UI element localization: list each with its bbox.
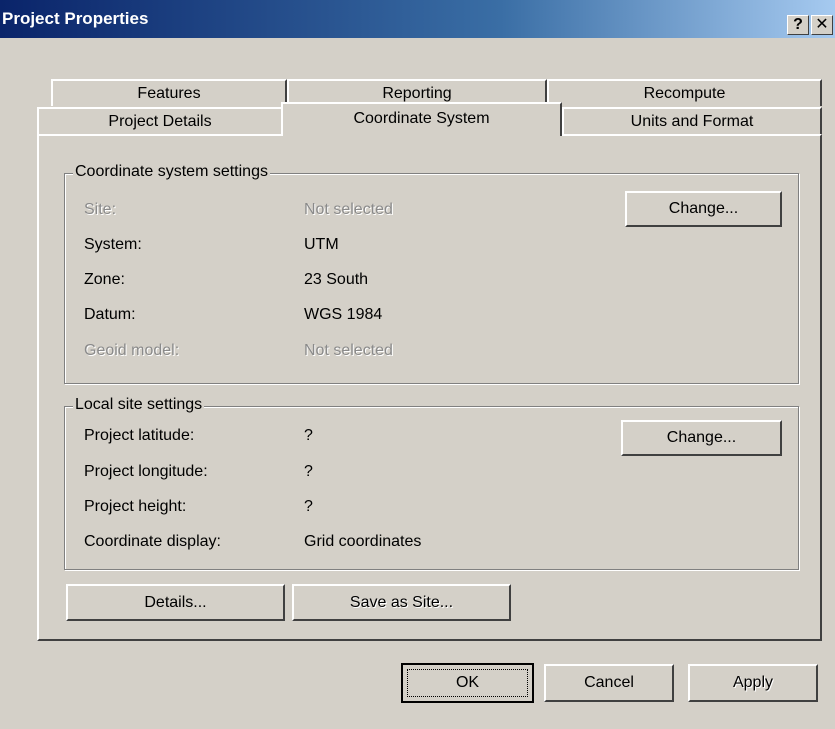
help-button[interactable]: ? — [787, 15, 809, 35]
geoid-model-value: Not selected — [304, 342, 393, 359]
tab-features-label: Features — [137, 85, 201, 102]
title-bar: Project Properties ? ✕ — [0, 0, 835, 38]
coordinate-system-legend: Coordinate system settings — [73, 163, 270, 181]
local-site-change-label: Change... — [666, 429, 737, 446]
tab-project-details[interactable]: Project Details — [37, 107, 283, 134]
geoid-model-label: Geoid model: — [84, 342, 180, 359]
project-height-label: Project height: — [84, 498, 187, 515]
project-latitude-value: ? — [304, 427, 313, 444]
coordinate-display-value: Grid coordinates — [304, 533, 422, 550]
tab-panel: Coordinate system settings Site: Not sel… — [37, 134, 822, 641]
local-site-change-button[interactable]: Change... — [621, 420, 782, 456]
save-as-site-label: Save as Site... — [349, 594, 454, 611]
zone-label: Zone: — [84, 271, 125, 288]
project-longitude-label: Project longitude: — [84, 463, 208, 480]
tab-coordinate-system-label: Coordinate System — [353, 110, 490, 127]
apply-button[interactable]: Apply — [688, 664, 818, 702]
site-label: Site: — [84, 201, 117, 218]
details-label: Details... — [144, 594, 207, 611]
tab-features[interactable]: Features — [51, 79, 287, 106]
ok-button[interactable]: OK — [401, 663, 534, 703]
save-as-site-button[interactable]: Save as Site... — [292, 584, 511, 621]
close-icon: ✕ — [815, 16, 829, 33]
coordinate-system-group: Coordinate system settings Site: Not sel… — [64, 163, 799, 384]
datum-value: WGS 1984 — [304, 306, 383, 323]
project-latitude-label: Project latitude: — [84, 427, 195, 444]
tab-coordinate-system[interactable]: Coordinate System — [281, 102, 562, 136]
coordinate-change-button[interactable]: Change... — [625, 191, 782, 227]
system-value: UTM — [304, 236, 339, 253]
tab-recompute-label: Recompute — [643, 85, 726, 102]
tab-units-and-format[interactable]: Units and Format — [562, 107, 822, 134]
project-height-value: ? — [304, 498, 313, 515]
coordinate-display-label: Coordinate display: — [84, 533, 221, 550]
cancel-button[interactable]: Cancel — [544, 664, 674, 702]
apply-label: Apply — [732, 674, 774, 691]
window-title: Project Properties — [2, 9, 149, 28]
tab-reporting-label: Reporting — [382, 85, 452, 102]
local-site-group: Local site settings Project latitude: ? … — [64, 396, 799, 570]
local-site-legend: Local site settings — [73, 396, 205, 414]
coordinate-change-label: Change... — [668, 200, 739, 217]
tab-project-details-label: Project Details — [108, 113, 212, 130]
tab-recompute[interactable]: Recompute — [547, 79, 822, 106]
project-longitude-value: ? — [304, 463, 313, 480]
tab-units-and-format-label: Units and Format — [630, 113, 754, 130]
datum-label: Datum: — [84, 306, 136, 323]
system-label: System: — [84, 236, 142, 253]
cancel-label: Cancel — [584, 674, 634, 691]
details-button[interactable]: Details... — [66, 584, 285, 621]
close-button[interactable]: ✕ — [811, 15, 833, 35]
zone-value: 23 South — [304, 271, 369, 288]
focus-rectangle — [407, 669, 528, 697]
site-value: Not selected — [304, 201, 393, 218]
